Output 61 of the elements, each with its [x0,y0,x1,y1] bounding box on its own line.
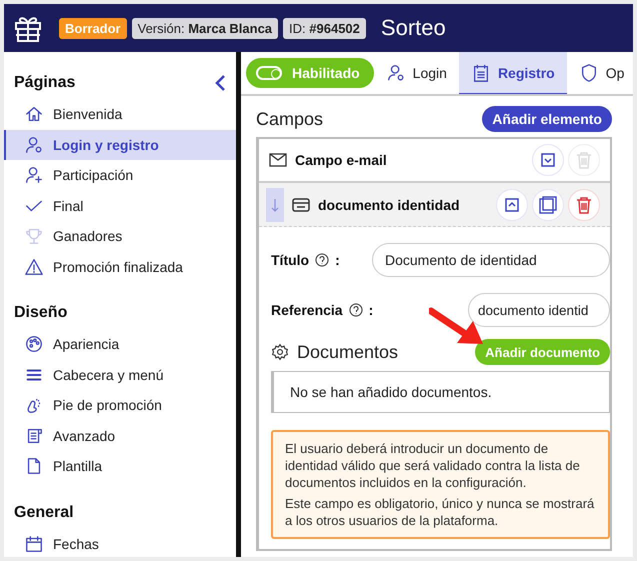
section-title: Campos [256,108,324,130]
collapse-chevron-icon[interactable] [214,74,226,92]
duplicate-button[interactable] [532,188,564,220]
sidebar-item[interactable]: Apariencia [4,329,236,360]
section-title: Páginas [14,74,76,92]
collapse-button[interactable] [496,188,528,220]
duplicate-icon [539,196,557,214]
version-badge: Versión: Marca Blanca [132,18,278,38]
help-icon[interactable] [348,303,363,317]
field-row[interactable]: documento identidad [259,183,610,227]
sidebar-item[interactable]: Avanzado [4,420,236,451]
sidebar-item[interactable]: Fechas [4,528,236,557]
down-arrow-icon [271,198,279,212]
sidebar-item[interactable]: Ganadores [4,221,236,252]
text-input[interactable]: Documento de identidad [372,243,610,277]
sidebar-item[interactable]: Bienvenida [4,99,236,130]
status-badge: Borrador [59,18,127,38]
chevron-up-icon [505,198,519,212]
sidebar-item[interactable]: Pie de promoción [4,390,236,420]
gear-icon [271,343,289,361]
documents-title: Documentos [297,342,400,362]
text-input[interactable]: documento identid [468,293,610,327]
tab[interactable]: Login [376,52,457,94]
delete-button[interactable] [568,188,600,220]
id-badge: ID: #964502 [283,18,366,38]
colon: : [368,302,374,318]
sidebar-item[interactable]: Login y registro [4,130,236,160]
user-icon [386,62,406,82]
tab[interactable]: Op [568,52,624,94]
trash-icon [576,196,592,214]
trash-icon [576,151,592,169]
field-title: Campo e-mail [295,152,388,168]
sidebar-item[interactable]: Cabecera y menú [4,360,236,390]
chevron-down-icon [541,153,555,167]
page-title: Sorteo [380,15,446,41]
trophy-icon [24,226,44,246]
warning-icon [24,256,44,277]
section-title: Diseño [14,304,68,322]
help-icon[interactable] [315,253,330,267]
form-label: Referencia [271,302,343,318]
colon: : [335,252,340,268]
user-add-icon [24,165,44,186]
sidebar-item[interactable]: Final [4,190,236,221]
expand-button[interactable] [532,144,564,176]
tab[interactable]: Registro [458,52,567,94]
envelope-icon [269,153,287,167]
section-title: General [14,504,74,522]
empty-documents-message: No se han añadido documentos. [271,371,610,413]
id-card-icon [292,198,310,212]
sidebar-item[interactable]: Promoción finalizada [4,252,236,282]
user-icon [24,134,44,155]
drag-handle[interactable] [266,188,284,222]
field-title: documento identidad [318,196,461,212]
palette-icon [24,334,44,354]
add-element-button[interactable]: Añadir elemento [482,106,612,132]
sidebar-item[interactable]: Participación [4,160,236,190]
form-label: Título [271,252,310,268]
sidebar-item[interactable]: Plantilla [4,451,236,482]
info-text: Este campo es obligatorio, único y nunca se mostrará a los otros usuarios de la plataforma. [285,495,596,529]
calendar-icon [24,534,44,554]
info-text: El usuario deberá introducir un documento de identidad válido que será validado contra la lista de documentos incluidos en la configuración. [285,440,581,491]
